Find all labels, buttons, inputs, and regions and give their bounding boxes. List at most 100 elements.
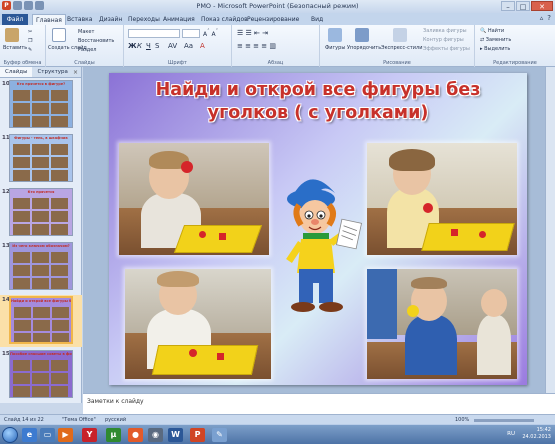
tab-file[interactable]: Файл	[2, 14, 28, 25]
maximize-button[interactable]: □	[516, 1, 530, 11]
ribbon-collapse-icon[interactable]: ▵	[540, 14, 544, 22]
minimize-button[interactable]: –	[501, 1, 515, 11]
media-icon[interactable]: ▶	[58, 428, 73, 442]
thumbnail-photo	[51, 252, 68, 263]
format-painter-icon[interactable]: ✎	[28, 47, 32, 53]
grow-font-icon[interactable]: Aˆ Aˇ	[203, 29, 218, 38]
font-size-field[interactable]	[182, 29, 200, 38]
thumbnail-photo	[51, 144, 68, 155]
slide-title[interactable]: Найди и открой все фигуры без уголков ( …	[109, 79, 527, 125]
cut-icon[interactable]: ✂	[28, 29, 32, 35]
strikethrough-icon[interactable]: S	[155, 42, 159, 50]
arrange-button[interactable]: Упорядочить	[347, 45, 381, 51]
paint-icon[interactable]: ✎	[212, 428, 227, 442]
thumbnail-photo	[52, 320, 69, 331]
start-button[interactable]	[2, 427, 18, 443]
replace-button[interactable]: ⇄ Заменить	[480, 37, 511, 43]
spacing-icon[interactable]: AV	[168, 42, 177, 50]
tab-outline-panel[interactable]: Структура	[32, 67, 72, 77]
tab-slides-panel[interactable]: Слайды	[0, 67, 33, 77]
help-icon[interactable]: ?	[547, 14, 551, 22]
keyboard-language[interactable]: RU	[507, 431, 515, 437]
new-slide-icon[interactable]	[52, 28, 66, 42]
photo-top-right[interactable]	[367, 143, 517, 255]
thumbnail-photo	[13, 373, 30, 384]
layout-button[interactable]: Макет	[78, 29, 94, 35]
bullets-icon[interactable]: ☰ ☰ ⇤ ⇥	[237, 29, 268, 37]
notes-pane[interactable]: Заметки к слайду	[83, 393, 555, 414]
yandex-icon[interactable]: Y	[82, 428, 97, 442]
torrent-icon[interactable]: μ	[106, 428, 121, 442]
italic-icon[interactable]: К	[137, 42, 142, 50]
group-label-slides: Слайды	[74, 60, 95, 66]
thumbnail-photo	[13, 103, 30, 114]
powerpoint-taskbar-icon[interactable]: P	[190, 428, 205, 442]
bold-icon[interactable]: Ж	[128, 42, 137, 50]
group-label-clipboard: Буфер обмена	[3, 60, 42, 66]
copy-icon[interactable]: ❐	[28, 38, 32, 44]
photo-bottom-left[interactable]	[125, 269, 271, 379]
shape-effects-button[interactable]: Эффекты фигуры	[423, 46, 470, 52]
shape-fill-button[interactable]: Заливка фигуры	[423, 28, 467, 34]
tab-review[interactable]: Рецензирование	[244, 14, 302, 25]
slide-thumbnail-15[interactable]: 15Пособие спасшие советы в фото для дете…	[0, 349, 82, 401]
font-name-field[interactable]	[128, 29, 180, 38]
slide-thumbnail-13[interactable]: 13 Из чего ключом обозначим?	[0, 241, 82, 293]
player-icon[interactable]: ◉	[148, 428, 163, 442]
thumbnail-photo	[33, 320, 50, 331]
system-clock[interactable]: 15:42 24.02.2013	[522, 427, 551, 441]
tab-slideshow[interactable]: Показ слайдов	[198, 14, 251, 25]
close-button[interactable]: ✕	[531, 1, 553, 11]
zoom-slider[interactable]	[474, 419, 534, 422]
slide-thumbnail-10[interactable]: 10 Кто прячется в фигуре?	[0, 79, 82, 131]
shapes-icon[interactable]	[328, 28, 342, 42]
zoom-level[interactable]: 100%	[455, 417, 469, 423]
select-button[interactable]: ▸ Выделить	[480, 46, 510, 52]
explorer-icon[interactable]: e	[22, 428, 37, 442]
tab-animation[interactable]: Анимация	[160, 14, 198, 25]
thumbnail-photo	[32, 157, 49, 168]
red-circle	[423, 203, 433, 213]
firefox-icon[interactable]: ●	[128, 428, 143, 442]
quick-styles-button[interactable]: Экспресс-стили	[381, 45, 422, 51]
thumbnail-photo	[13, 170, 30, 181]
word-icon[interactable]: W	[168, 428, 183, 442]
paste-button[interactable]: Вставить	[3, 45, 27, 51]
tab-insert[interactable]: Вставка	[64, 14, 95, 25]
shelf	[367, 269, 397, 339]
thumbnail-photo	[32, 386, 49, 397]
thumbnail-photo	[32, 278, 49, 289]
photo-bottom-right[interactable]	[367, 269, 517, 379]
group-clipboard: Вставить ✂ ❐ ✎ Буфер обмена	[0, 25, 46, 67]
folder-icon[interactable]: ▭	[40, 428, 55, 442]
tab-home[interactable]: Главная	[32, 14, 66, 25]
thumbnail-photo	[33, 307, 50, 318]
slide-thumbnail-12[interactable]: 12 Кто прячется	[0, 187, 82, 239]
arrange-icon[interactable]	[355, 28, 369, 42]
paste-icon[interactable]	[5, 28, 19, 42]
current-slide[interactable]: Найди и открой все фигуры без уголков ( …	[109, 73, 527, 385]
quick-styles-icon[interactable]	[393, 28, 407, 42]
tab-transitions[interactable]: Переходы	[125, 14, 163, 25]
align-icons[interactable]: ≡ ≡ ≡ ≡ ▥	[237, 42, 276, 50]
section-button[interactable]: Раздел	[78, 47, 96, 53]
shapes-button[interactable]: Фигуры	[325, 45, 345, 51]
thumbnail-photo	[13, 116, 30, 127]
tab-view[interactable]: Вид	[308, 14, 326, 25]
title-bar: P PMO - Microsoft PowerPoint (Безопасный…	[0, 0, 555, 13]
underline-icon[interactable]: Ч	[146, 42, 151, 50]
font-color-icon[interactable]: A	[200, 42, 205, 50]
slide-thumbnail-11[interactable]: 11 Фигуры - тень, в шкафчик	[0, 133, 82, 185]
find-button[interactable]: 🔍 Найти	[480, 28, 504, 34]
tab-design[interactable]: Дизайн	[96, 14, 125, 25]
photo-top-left[interactable]	[119, 143, 269, 255]
panel-close-icon[interactable]: ×	[73, 67, 81, 77]
slide-thumbnail-14[interactable]: 14Найди и открой все фигуры без уголков	[0, 295, 82, 347]
reset-button[interactable]: Восстановить	[78, 38, 114, 44]
thumbnail-photo	[32, 103, 49, 114]
language-status[interactable]: русский	[105, 417, 126, 423]
shape-outline-button[interactable]: Контур фигуры	[423, 37, 464, 43]
vertical-scrollbar[interactable]	[545, 67, 555, 393]
change-case-icon[interactable]: Aa	[184, 42, 193, 50]
thumbnail-photo	[52, 333, 69, 342]
